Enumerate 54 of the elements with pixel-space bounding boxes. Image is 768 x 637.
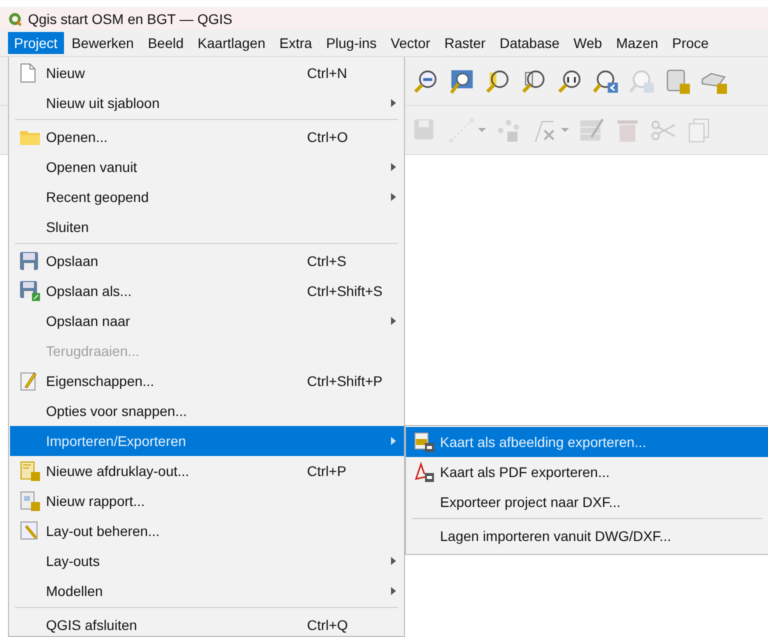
zoom-selection-icon[interactable]: [520, 68, 547, 94]
menu-item[interactable]: Opslaan Ctrl+S: [10, 246, 404, 276]
zoom-layer-icon[interactable]: [484, 68, 511, 94]
menu-bar-item[interactable]: Web: [568, 32, 608, 54]
menu-item[interactable]: Lay-out beheren...: [10, 516, 404, 546]
menu-item[interactable]: Nieuw rapport...: [10, 486, 404, 516]
menu-bar-item[interactable]: Mazen: [610, 32, 664, 54]
menu-item[interactable]: Nieuwe afdruklay-out... Ctrl+P: [10, 456, 404, 486]
menu-item[interactable]: QGIS afsluiten Ctrl+Q: [10, 610, 404, 637]
layout-page-icon: [20, 461, 40, 481]
menu-item[interactable]: Eigenschappen... Ctrl+Shift+P: [10, 366, 404, 396]
menu-item[interactable]: Opties voor snappen...: [10, 396, 404, 426]
folder-icon: [20, 129, 40, 145]
menu-item[interactable]: Modellen: [10, 576, 404, 606]
window-title: Qgis start OSM en BGT — QGIS: [28, 10, 232, 26]
menu-bar-item[interactable]: Plug-ins: [320, 32, 383, 54]
zoom-native-icon[interactable]: [556, 68, 583, 94]
pdf-export-icon: [414, 462, 434, 482]
zoom-full-icon[interactable]: [448, 68, 475, 94]
map-sheet-icon[interactable]: [664, 68, 691, 94]
menu-item[interactable]: Kaart als PDF exporteren...: [406, 457, 768, 487]
menu-item[interactable]: Nieuw uit sjabloon: [10, 88, 404, 118]
menu-bar-item[interactable]: Bewerken: [66, 32, 140, 54]
menu-item[interactable]: Opslaan naar: [10, 306, 404, 336]
zoom-out-icon[interactable]: [412, 68, 439, 94]
image-export-icon: [414, 432, 434, 452]
document-icon: [20, 63, 36, 83]
zoom-last-icon[interactable]: [592, 68, 619, 94]
menu-item[interactable]: Lay-outs: [10, 546, 404, 576]
menu-item[interactable]: Lagen importeren vanuit DWG/DXF...: [406, 521, 768, 551]
dropdown-arrow-icon[interactable]: [561, 126, 569, 134]
digitize-line-icon[interactable]: [448, 116, 475, 144]
menu-bar-item[interactable]: Raster: [438, 32, 492, 54]
menu-item[interactable]: Opslaan als... Ctrl+Shift+S: [10, 276, 404, 306]
app-logo-icon: [8, 12, 22, 26]
report-page-icon: [20, 491, 40, 511]
menu-bar-item[interactable]: Extra: [273, 32, 318, 54]
menu-item[interactable]: Openen vanuit: [10, 152, 404, 182]
menu-bar-item[interactable]: Kaartlagen: [192, 32, 272, 54]
menu-item[interactable]: Sluiten: [10, 212, 404, 242]
menu-item[interactable]: Kaart als afbeelding exporteren...: [406, 427, 768, 457]
menu-bar-item[interactable]: Vector: [384, 32, 436, 54]
zoom-next-icon[interactable]: [628, 68, 655, 94]
floppy-disk-pencil-icon: [20, 281, 40, 301]
menu-item[interactable]: Importeren/Exporteren: [10, 426, 404, 456]
pencil-page-icon: [20, 371, 38, 391]
menu-bar-item[interactable]: Proce: [666, 32, 715, 54]
menu-bar-item[interactable]: Project: [8, 32, 64, 54]
edit-table-icon[interactable]: [578, 116, 605, 144]
menu-item[interactable]: Recent geopend: [10, 182, 404, 212]
menu-bar-item[interactable]: Database: [494, 32, 566, 54]
menu-item[interactable]: Exporteer project naar DXF...: [406, 487, 768, 517]
menu-bar-item[interactable]: Beeld: [142, 32, 190, 54]
dropdown-arrow-icon[interactable]: [478, 126, 486, 134]
